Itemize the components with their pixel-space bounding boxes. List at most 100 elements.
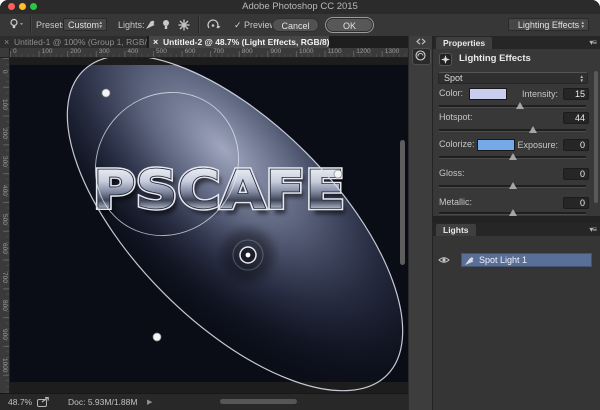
panel-title: Lighting Effects xyxy=(459,53,531,64)
slider-thumb[interactable] xyxy=(529,126,538,133)
scrollbar-thumb[interactable] xyxy=(400,140,405,265)
ruler-label: 600 xyxy=(184,48,196,55)
gloss-value-field[interactable]: 0 xyxy=(563,168,589,180)
tab-lights[interactable]: Lights xyxy=(436,224,476,236)
gloss-row: Gloss: 0 xyxy=(433,168,600,180)
ok-button[interactable]: OK xyxy=(326,18,373,32)
canvas-horizontal-scrollbar[interactable] xyxy=(220,399,297,404)
exposure-slider[interactable] xyxy=(439,153,586,161)
dropdown-arrows-icon: ▲ ▼ xyxy=(580,20,585,29)
workspace-value: Lighting Effects xyxy=(517,20,580,30)
selected-light-row[interactable]: Spot Light 1 xyxy=(461,253,592,267)
tab-untitled-2[interactable]: × Untitled-2 @ 48.7% (Light Effects, RGB… xyxy=(149,36,329,48)
exposure-label: Exposure: xyxy=(517,140,558,150)
preview-checkbox[interactable]: ✓ xyxy=(234,20,242,31)
workspace-dropdown[interactable]: Lighting Effects ▲ ▼ xyxy=(508,18,589,31)
lighting-tool-icon[interactable] xyxy=(9,18,23,31)
ruler-label: 800 xyxy=(241,48,253,55)
light-name: Spot Light 1 xyxy=(479,255,528,265)
light-handle-right[interactable] xyxy=(333,169,343,179)
ruler-label: 1000 xyxy=(299,48,314,55)
colorize-swatch[interactable] xyxy=(477,139,515,151)
hotspot-value-field[interactable]: 44 xyxy=(563,112,589,124)
ruler-label: 500 xyxy=(1,214,8,225)
properties-panel-header: Properties ▾≡ xyxy=(433,36,600,49)
zoom-level-field[interactable]: 48.7% xyxy=(8,397,32,407)
lights-panel-header: Lights ▾≡ xyxy=(433,223,600,236)
dropdown-arrows-icon: ▲ ▼ xyxy=(579,74,584,83)
ruler-label: 1300 xyxy=(384,48,400,55)
ruler-label: 500 xyxy=(156,48,167,55)
panel-menu-icon[interactable]: ▾≡ xyxy=(589,38,597,47)
gloss-label: Gloss: xyxy=(439,168,465,178)
ruler-label: 100 xyxy=(1,98,8,110)
ruler-label: 200 xyxy=(70,48,82,55)
slider-thumb[interactable] xyxy=(508,153,517,160)
gloss-slider[interactable] xyxy=(439,182,586,190)
colorize-row: Colorize: Exposure: 0 xyxy=(433,139,600,151)
tab-label: Untitled-2 @ 48.7% (Light Effects, RGB/8… xyxy=(163,37,329,47)
intensity-value-field[interactable]: 15 xyxy=(563,88,589,100)
metallic-row: Metallic: 0 xyxy=(433,197,600,209)
exposure-value-field[interactable]: 0 xyxy=(563,139,589,151)
canvas-viewport[interactable]: PSCAFE PSCAFE PSCAFE xyxy=(10,58,408,393)
presets-dropdown[interactable]: Custom ▲ ▼ xyxy=(63,18,107,31)
ruler-label: 100 xyxy=(41,48,53,55)
document-tab-bar: × Untitled-1 @ 100% (Group 1, RGB/8) * ×… xyxy=(0,36,408,48)
rotate-light-icon[interactable] xyxy=(206,19,221,32)
ruler-label: 0 xyxy=(1,70,8,74)
share-icon[interactable] xyxy=(37,397,50,407)
cancel-button[interactable]: Cancel xyxy=(272,18,319,32)
doc-size-info: Doc: 5.93M/1.88M xyxy=(68,397,138,407)
hotspot-slider[interactable] xyxy=(439,126,586,134)
light-handle-bottom[interactable] xyxy=(152,332,162,342)
window-title: Adobe Photoshop CC 2015 xyxy=(242,1,358,12)
light-handle-top[interactable] xyxy=(101,88,111,98)
ruler-label: 0 xyxy=(13,48,17,55)
slider-thumb[interactable] xyxy=(508,209,517,216)
ruler-label: 1200 xyxy=(356,48,371,55)
divider xyxy=(198,17,199,33)
panel-column: Properties ▾≡ Lighting Effects Spot ▲ ▼ C… xyxy=(433,36,600,410)
tab-untitled-1[interactable]: × Untitled-1 @ 100% (Group 1, RGB/8) * xyxy=(0,36,148,48)
infinite-light-icon[interactable] xyxy=(178,19,190,31)
spot-light-icon[interactable] xyxy=(144,19,156,31)
lights-panel-body: Spot Light 1 xyxy=(433,236,600,410)
point-light-icon[interactable] xyxy=(161,19,171,31)
tab-label: Untitled-1 @ 100% (Group 1, RGB/8) * xyxy=(14,37,148,47)
creative-cloud-icon[interactable] xyxy=(412,48,431,65)
spot-light-item-icon xyxy=(464,256,475,266)
options-bar: Presets: Custom ▲ ▼ Lights: ✓ Preview Can… xyxy=(0,14,600,37)
canvas-vertical-scrollbar[interactable] xyxy=(399,58,407,393)
panel-menu-icon[interactable]: ▾≡ xyxy=(589,225,597,234)
check-icon: ✓ xyxy=(234,20,242,30)
color-label: Color: xyxy=(439,88,464,98)
panel-dock-strip xyxy=(408,36,433,410)
ruler-corner xyxy=(0,48,10,58)
slider-track xyxy=(439,129,586,131)
status-bar: 48.7% Doc: 5.93M/1.88M ▶ xyxy=(0,393,408,410)
panel-title-row: Lighting Effects xyxy=(433,53,600,66)
expand-panels-icon[interactable] xyxy=(416,38,426,45)
ruler-label: 800 xyxy=(1,300,8,312)
dropdown-arrows-icon: ▲ ▼ xyxy=(98,20,103,29)
properties-scrollbar[interactable] xyxy=(594,71,598,203)
visibility-eye-icon[interactable] xyxy=(438,256,450,264)
light-color-swatch[interactable] xyxy=(469,88,507,100)
artwork-text-group: PSCAFE PSCAFE PSCAFE xyxy=(91,158,349,227)
light-list-item[interactable]: Spot Light 1 xyxy=(433,253,600,267)
ruler-label: 1100 xyxy=(327,48,342,55)
slider-thumb[interactable] xyxy=(508,182,517,189)
slider-track xyxy=(439,105,586,107)
artwork-text: PSCAFE xyxy=(93,160,345,221)
intensity-slider[interactable] xyxy=(439,102,586,110)
divider xyxy=(30,17,31,33)
status-menu-arrow-icon[interactable]: ▶ xyxy=(147,398,152,406)
close-tab-icon[interactable]: × xyxy=(4,36,9,48)
slider-thumb[interactable] xyxy=(515,102,524,109)
ruler-label: 400 xyxy=(127,48,139,55)
close-tab-icon[interactable]: × xyxy=(153,36,158,48)
metallic-value-field[interactable]: 0 xyxy=(563,197,589,209)
tab-properties[interactable]: Properties xyxy=(436,37,493,49)
light-type-select[interactable]: Spot ▲ ▼ xyxy=(438,72,588,84)
